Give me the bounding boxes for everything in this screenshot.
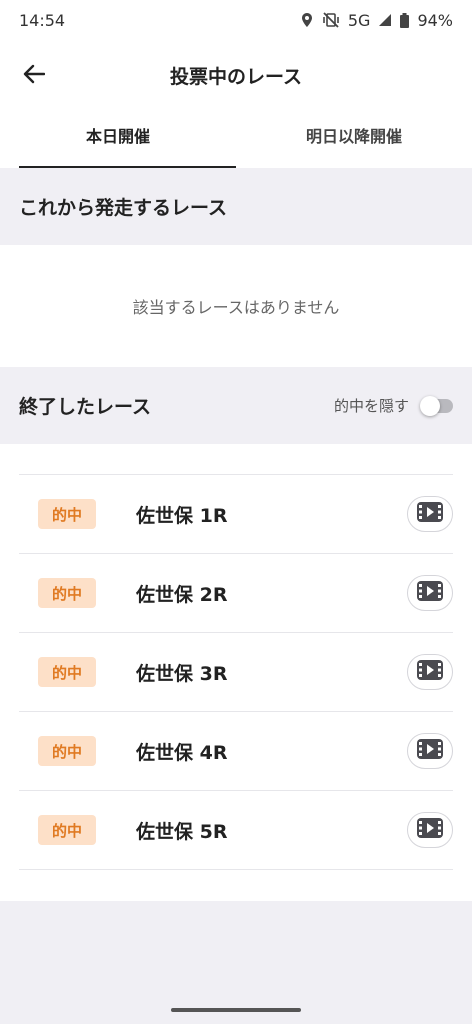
race-name: 佐世保 3R bbox=[136, 662, 228, 685]
app-screen: 14:54 5G 94% 投票中のレース 本日開催 明日以降開催 これから発走す… bbox=[0, 0, 472, 1024]
upcoming-section-title: これから発走するレース bbox=[19, 197, 228, 219]
page-title: 投票中のレース bbox=[169, 66, 303, 88]
signal-icon bbox=[378, 13, 392, 27]
location-icon bbox=[300, 12, 314, 28]
tab-tomorrow-onward-label: 明日以降開催 bbox=[305, 127, 402, 146]
hit-badge: 的中 bbox=[38, 578, 96, 608]
race-row[interactable]: 的中 佐世保 4R bbox=[19, 712, 453, 791]
hide-hits-control: 的中を隠す bbox=[334, 395, 453, 416]
status-bar: 14:54 5G 94% bbox=[0, 0, 472, 40]
race-row[interactable]: 的中 佐世保 3R bbox=[19, 633, 453, 712]
race-row[interactable]: 的中 佐世保 5R bbox=[19, 791, 453, 870]
film-play-icon bbox=[417, 818, 443, 842]
finished-section-header: 終了したレース 的中を隠す bbox=[0, 367, 472, 444]
race-name: 佐世保 1R bbox=[136, 504, 228, 527]
battery-icon bbox=[400, 12, 410, 28]
race-row[interactable]: 的中 佐世保 1R bbox=[19, 475, 453, 554]
app-header: 投票中のレース bbox=[0, 40, 472, 112]
finished-race-list-container: 的中 佐世保 1R 的中 佐世保 2R 的中 佐世保 3R 的中 佐世保 4R … bbox=[0, 444, 472, 901]
upcoming-empty-state: 該当するレースはありません bbox=[0, 245, 472, 367]
finished-race-list: 的中 佐世保 1R 的中 佐世保 2R 的中 佐世保 3R 的中 佐世保 4R … bbox=[19, 474, 453, 870]
toggle-knob bbox=[420, 395, 440, 416]
race-video-button[interactable] bbox=[407, 733, 453, 769]
status-time: 14:54 bbox=[19, 10, 66, 30]
mute-vibrate-icon bbox=[322, 12, 340, 28]
race-name: 佐世保 4R bbox=[136, 741, 228, 764]
race-name: 佐世保 5R bbox=[136, 820, 228, 843]
race-video-button[interactable] bbox=[407, 812, 453, 848]
status-icons: 5G 94% bbox=[300, 11, 453, 30]
finished-section-title: 終了したレース bbox=[19, 396, 152, 418]
film-play-icon bbox=[417, 581, 443, 605]
hit-badge: 的中 bbox=[38, 499, 96, 529]
film-play-icon bbox=[417, 739, 443, 763]
race-video-button[interactable] bbox=[407, 654, 453, 690]
hit-badge: 的中 bbox=[38, 736, 96, 766]
film-play-icon bbox=[417, 502, 443, 526]
tab-today[interactable]: 本日開催 bbox=[0, 112, 236, 169]
upcoming-section-header: これから発走するレース bbox=[0, 168, 472, 245]
empty-message: 該当するレースはありません bbox=[132, 298, 340, 317]
hit-badge: 的中 bbox=[38, 657, 96, 687]
hit-badge: 的中 bbox=[38, 815, 96, 845]
race-name: 佐世保 2R bbox=[136, 583, 228, 606]
hide-hits-toggle[interactable] bbox=[420, 395, 453, 416]
battery-percent: 94% bbox=[417, 10, 453, 30]
tab-today-label: 本日開催 bbox=[85, 127, 150, 146]
film-play-icon bbox=[417, 660, 443, 684]
hide-hits-label: 的中を隠す bbox=[333, 397, 409, 415]
race-video-button[interactable] bbox=[407, 575, 453, 611]
race-video-button[interactable] bbox=[407, 496, 453, 532]
tab-bar: 本日開催 明日以降開催 bbox=[0, 112, 472, 169]
race-row[interactable]: 的中 佐世保 2R bbox=[19, 554, 453, 633]
tab-tomorrow-onward[interactable]: 明日以降開催 bbox=[236, 112, 472, 168]
network-label: 5G bbox=[347, 10, 371, 30]
home-indicator[interactable] bbox=[171, 1008, 301, 1012]
